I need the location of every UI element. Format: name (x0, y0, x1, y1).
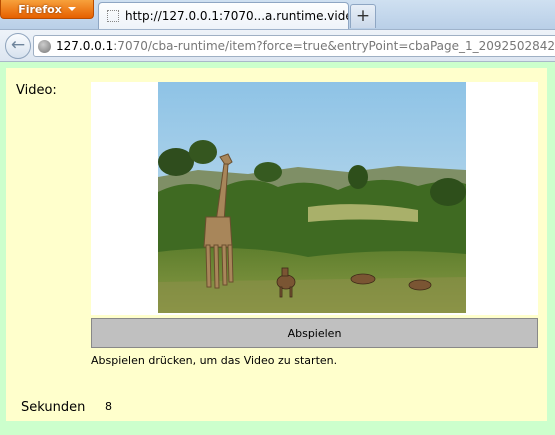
seconds-label: Sekunden (21, 400, 86, 415)
play-hint-text: Abspielen drücken, um das Video zu start… (91, 354, 338, 367)
firefox-menu-button[interactable]: Firefox (0, 0, 94, 19)
browser-tab[interactable]: http://127.0.0.1:7070...a.runtime.video.… (98, 2, 349, 29)
item-panel: Video: Abspielen Abspielen drücken, um d… (6, 68, 547, 421)
globe-icon (38, 39, 51, 53)
title-bar: Firefox http://127.0.0.1:7070...a.runtim… (0, 0, 555, 29)
back-button[interactable]: ← (5, 33, 31, 59)
url-path: :7070/cba-runtime/item?force=true&entryP… (113, 39, 555, 53)
play-button[interactable]: Abspielen (91, 318, 538, 348)
dropdown-arrow-icon (67, 7, 76, 11)
address-bar[interactable]: 127.0.0.1:7070/cba-runtime/item?force=tr… (33, 35, 555, 57)
tab-title: http://127.0.0.1:7070...a.runtime.video.… (125, 9, 348, 23)
page-content: Video: Abspielen Abspielen drücken, um d… (0, 62, 555, 435)
video-player[interactable] (91, 82, 538, 315)
seconds-value: 8 (105, 400, 112, 413)
video-frame-image (158, 82, 466, 313)
page-favicon-icon (107, 10, 119, 22)
video-label: Video: (16, 83, 57, 98)
firefox-menu-label: Firefox (18, 2, 62, 16)
navigation-bar: ← 127.0.0.1:7070/cba-runtime/item?force=… (0, 29, 555, 62)
new-tab-button[interactable]: + (350, 4, 376, 28)
url-host: 127.0.0.1 (56, 39, 114, 53)
back-arrow-icon: ← (10, 35, 26, 55)
